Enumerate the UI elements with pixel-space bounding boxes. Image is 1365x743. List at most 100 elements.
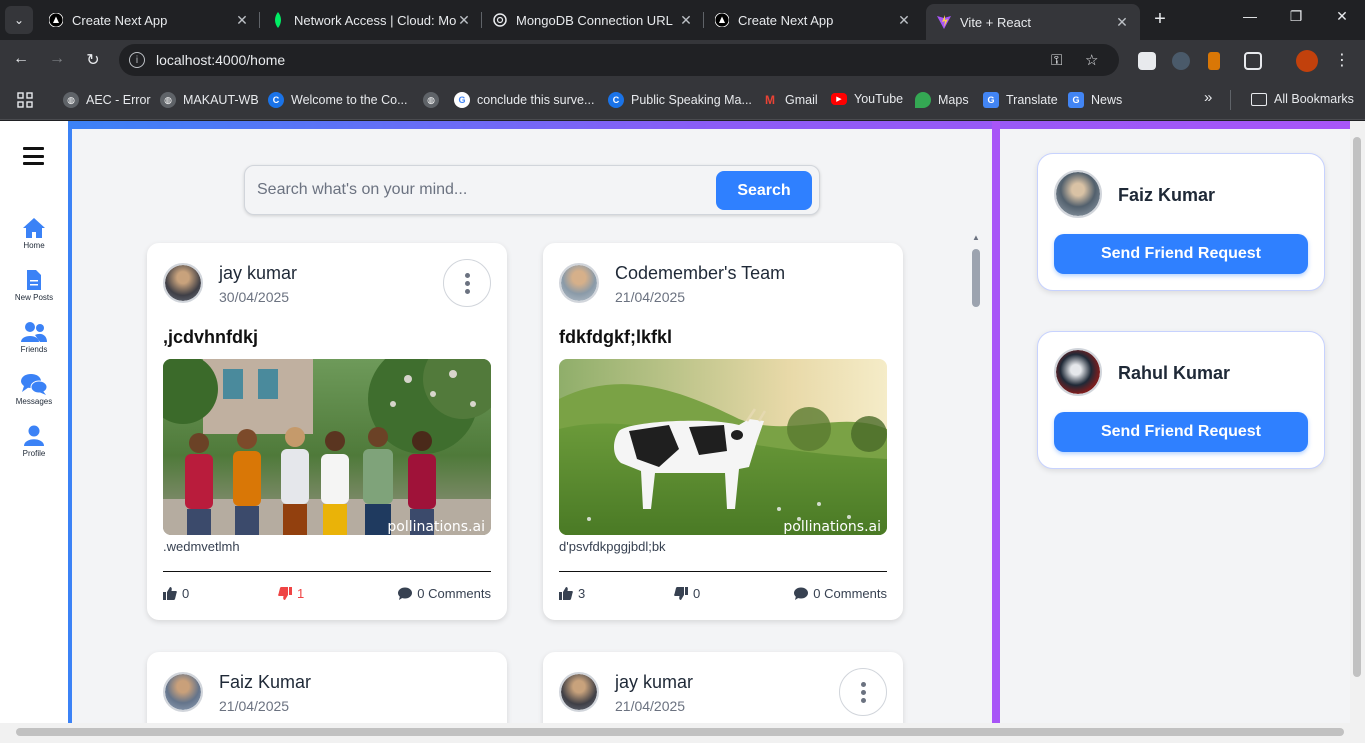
close-icon[interactable]: ✕ xyxy=(896,12,912,29)
all-bookmarks-button[interactable]: All Bookmarks xyxy=(1251,92,1354,106)
c-logo-icon: C xyxy=(608,92,624,108)
comment-icon xyxy=(794,587,809,600)
menu-dots-icon[interactable]: ⋮ xyxy=(1332,50,1352,70)
restore-icon[interactable]: ❐ xyxy=(1286,8,1306,25)
nav-item-new-posts[interactable]: New Posts xyxy=(0,269,68,302)
bookmark-item[interactable]: G Translate xyxy=(983,92,1058,108)
extension-icon[interactable] xyxy=(1138,52,1156,70)
bookmark-item[interactable]: ◍ AEC - Error xyxy=(63,92,151,108)
dislike-button[interactable]: 0 xyxy=(674,586,700,601)
post-date: 21/04/2025 xyxy=(615,698,686,714)
more-bookmarks-button[interactable]: » xyxy=(1204,89,1212,106)
tab-search-button[interactable]: ⌄ xyxy=(5,6,33,34)
extension-icon[interactable] xyxy=(1208,52,1220,70)
avatar[interactable] xyxy=(163,672,203,712)
bookmark-item[interactable]: ◍ xyxy=(423,92,446,108)
post-author[interactable]: jay kumar xyxy=(615,672,693,693)
browser-tab-active[interactable]: Vite + React ✕ xyxy=(926,4,1140,40)
post-author[interactable]: jay kumar xyxy=(219,263,297,284)
bookmark-item[interactable]: ◍ MAKAUT-WB xyxy=(160,92,259,108)
send-friend-request-button[interactable]: Send Friend Request xyxy=(1054,412,1308,452)
dislike-count: 0 xyxy=(693,586,701,601)
search-input[interactable] xyxy=(257,176,707,204)
hamburger-menu-icon[interactable] xyxy=(23,147,44,165)
password-key-icon[interactable]: ⚿ xyxy=(1051,44,1062,76)
apps-grid-icon[interactable] xyxy=(17,92,33,108)
bookmark-item[interactable]: Gconclude this surve... xyxy=(454,92,594,108)
bookmarks-bar: ◍ AEC - Error ◍ MAKAUT-WB C Welcome to the … xyxy=(0,80,1365,120)
users-icon xyxy=(21,322,47,342)
bookmark-item[interactable]: Maps xyxy=(915,92,969,108)
close-icon[interactable]: ✕ xyxy=(1114,14,1130,31)
avatar[interactable] xyxy=(1054,348,1102,396)
close-icon[interactable]: ✕ xyxy=(456,12,472,29)
site-info-icon[interactable]: i xyxy=(129,52,145,68)
search-bar: Search xyxy=(244,165,820,215)
bookmark-item[interactable]: ▶ YouTube xyxy=(831,92,903,106)
post-menu-button[interactable] xyxy=(443,259,491,307)
post-author[interactable]: Faiz Kumar xyxy=(219,672,311,693)
bookmark-star-icon[interactable]: ☆ xyxy=(1085,44,1098,76)
nav-item-home[interactable]: Home xyxy=(0,217,68,250)
close-window-icon[interactable]: ✕ xyxy=(1332,8,1352,25)
dislike-button[interactable]: 1 xyxy=(278,586,304,601)
send-friend-request-button[interactable]: Send Friend Request xyxy=(1054,234,1308,274)
scroll-thumb[interactable] xyxy=(1353,137,1361,677)
back-icon[interactable]: ← xyxy=(11,50,31,68)
friend-name[interactable]: Faiz Kumar xyxy=(1118,185,1215,206)
bookmark-item[interactable]: M Gmail xyxy=(762,92,818,108)
image-watermark: pollinations.ai xyxy=(387,519,485,535)
avatar[interactable] xyxy=(559,672,599,712)
post-author[interactable]: Codemember's Team xyxy=(615,263,785,284)
divider xyxy=(559,571,887,572)
extension-icon[interactable] xyxy=(1172,52,1190,70)
like-count: 3 xyxy=(578,586,586,601)
nextjs-icon xyxy=(714,12,730,28)
like-button[interactable]: 0 xyxy=(163,586,189,601)
address-bar[interactable]: i localhost:4000/home ⚿ ☆ xyxy=(119,44,1119,76)
forward-icon[interactable]: → xyxy=(47,50,67,68)
bookmark-item[interactable]: G News xyxy=(1068,92,1122,108)
friend-name[interactable]: Rahul Kumar xyxy=(1118,363,1230,384)
nav-item-profile[interactable]: Profile xyxy=(0,425,68,458)
browser-tab[interactable]: Create Next App ✕ xyxy=(704,4,922,36)
divider xyxy=(163,571,491,572)
globe-icon: ◍ xyxy=(160,92,176,108)
nav-item-messages[interactable]: Messages xyxy=(0,373,68,406)
close-icon[interactable]: ✕ xyxy=(234,12,250,29)
side-navigation: Home New Posts Friends Messages Profile xyxy=(0,121,68,723)
puzzle-icon[interactable] xyxy=(1244,52,1262,70)
tab-title: MongoDB Connection URL xyxy=(516,12,673,28)
avatar[interactable] xyxy=(1054,170,1102,218)
page-horizontal-scrollbar[interactable] xyxy=(0,723,1365,743)
bookmark-item[interactable]: C Public Speaking Ma... xyxy=(608,92,752,108)
avatar[interactable] xyxy=(559,263,599,303)
feed-scrollbar[interactable]: ▲ xyxy=(969,233,983,723)
browser-tab[interactable]: Network Access | Cloud: Mo ✕ xyxy=(260,4,482,36)
scroll-up-arrow-icon[interactable]: ▲ xyxy=(972,233,980,242)
close-icon[interactable]: ✕ xyxy=(678,12,694,29)
nav-item-friends[interactable]: Friends xyxy=(0,321,68,354)
chevron-down-icon: ⌄ xyxy=(13,13,25,27)
scroll-thumb[interactable] xyxy=(972,249,980,307)
comments-button[interactable]: 0 Comments xyxy=(398,586,491,601)
comments-button[interactable]: 0 Comments xyxy=(794,586,887,601)
like-button[interactable]: 3 xyxy=(559,586,585,601)
scroll-thumb[interactable] xyxy=(16,728,1344,736)
reload-icon[interactable]: ↻ xyxy=(83,50,103,70)
nav-label: Friends xyxy=(20,345,48,354)
friend-suggestion-card: Rahul Kumar Send Friend Request xyxy=(1037,331,1325,469)
profile-avatar[interactable] xyxy=(1296,50,1318,72)
search-button[interactable]: Search xyxy=(716,171,812,210)
avatar[interactable] xyxy=(163,263,203,303)
nav-label: Home xyxy=(23,241,45,250)
page-vertical-scrollbar[interactable] xyxy=(1350,121,1365,723)
new-tab-button[interactable]: + xyxy=(1150,8,1170,31)
bookmark-item[interactable]: C Welcome to the Co... xyxy=(268,92,408,108)
chat-icon xyxy=(21,374,47,395)
minimize-icon[interactable]: — xyxy=(1240,8,1260,24)
divider xyxy=(1230,90,1231,110)
browser-tab[interactable]: MongoDB Connection URL ✕ xyxy=(482,4,704,36)
post-menu-button[interactable] xyxy=(839,668,887,716)
browser-tab[interactable]: Create Next App ✕ xyxy=(38,4,260,36)
